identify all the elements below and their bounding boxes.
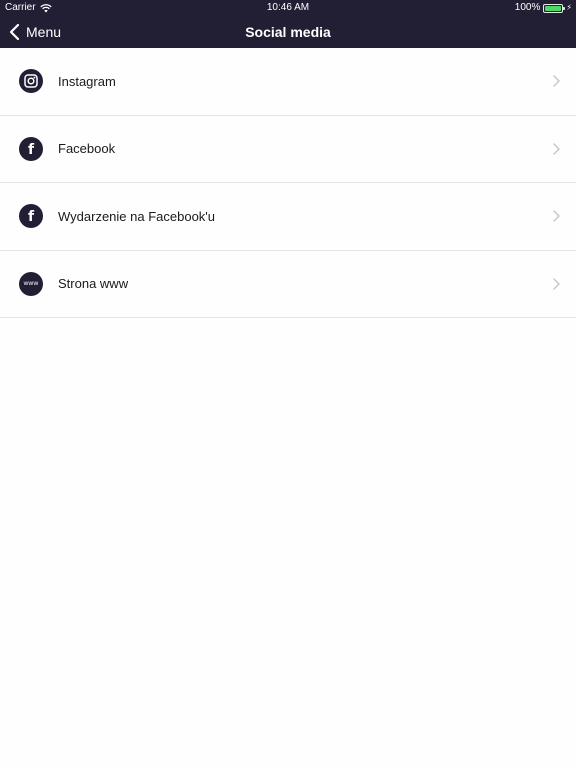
list-item-label: Wydarzenie na Facebook'u [58, 208, 216, 224]
page-title: Social media [245, 24, 331, 40]
facebook-icon: f [19, 204, 43, 229]
chevron-right-icon [553, 210, 560, 222]
www-icon-text: www [23, 280, 39, 288]
www-icon: www [19, 271, 43, 296]
social-media-list: Instagram f Facebook f Wydarzenie na Fac… [0, 48, 576, 318]
back-button[interactable]: Menu [8, 16, 61, 48]
facebook-icon: f [19, 136, 43, 161]
battery-indicator: 100% ⚡ [515, 0, 572, 16]
list-item-label: Facebook [58, 141, 116, 157]
battery-icon [543, 3, 566, 13]
battery-fill [545, 5, 562, 11]
battery-percent: 100% [514, 2, 541, 13]
navigation-bar: Menu Social media [0, 16, 576, 48]
chevron-right-icon [553, 143, 560, 155]
list-item-website[interactable]: www Strona www [0, 251, 576, 318]
list-item-instagram[interactable]: Instagram [0, 48, 576, 116]
chevron-right-icon [553, 75, 560, 87]
list-item-label: Instagram [58, 73, 116, 89]
instagram-icon [19, 69, 43, 94]
top-bar: Carrier 10:46 AM 100% ⚡ Menu Social medi… [0, 0, 576, 48]
clock: 10:46 AM [266, 2, 310, 13]
back-button-label: Menu [26, 24, 62, 40]
chevron-left-icon [9, 23, 20, 41]
list-item-facebook-event[interactable]: f Wydarzenie na Facebook'u [0, 183, 576, 251]
chevron-right-icon [553, 278, 560, 290]
status-bar: Carrier 10:46 AM 100% ⚡ [0, 0, 576, 16]
charging-bolt-icon: ⚡ [566, 3, 572, 12]
list-item-facebook[interactable]: f Facebook [0, 116, 576, 183]
list-item-label: Strona www [58, 276, 129, 292]
